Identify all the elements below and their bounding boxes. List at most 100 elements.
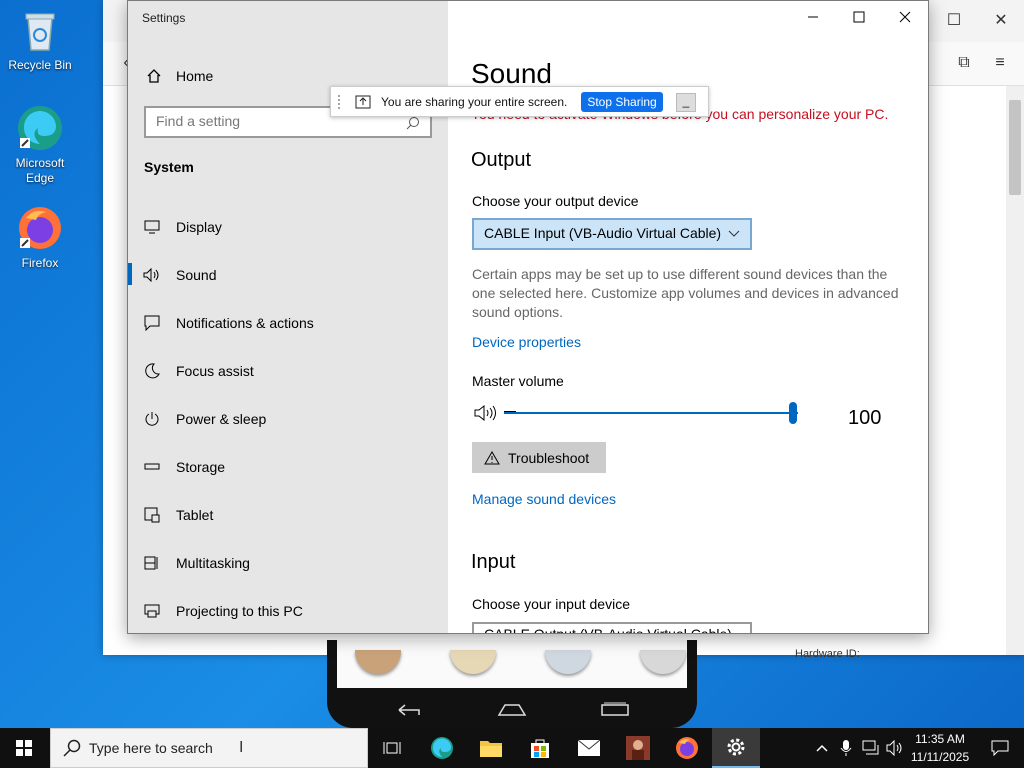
input-device-value: CABLE Output (VB-Audio Virtual Cable)	[484, 626, 732, 634]
android-recents-icon[interactable]	[600, 702, 630, 718]
app-icon[interactable]	[450, 650, 496, 674]
troubleshoot-label: Troubleshoot	[508, 449, 590, 466]
firefox-icon	[16, 204, 64, 252]
stop-sharing-button[interactable]: Stop Sharing	[581, 91, 663, 112]
phone-app-strip	[337, 640, 687, 688]
microphone-tray[interactable]	[834, 728, 858, 768]
window-title: Settings	[142, 11, 186, 25]
firefox-icon	[676, 737, 698, 759]
projecting-icon	[128, 603, 176, 619]
sound-icon	[128, 268, 176, 282]
taskbar-search-box[interactable]: Type here to search I	[50, 728, 368, 768]
app-icon[interactable]	[640, 650, 686, 674]
output-device-label: Choose your output device	[472, 193, 639, 209]
edge-icon	[431, 737, 453, 759]
volume-tray[interactable]	[884, 728, 906, 768]
chevron-up-icon	[816, 744, 828, 752]
clock-date: 11/11/2025	[910, 750, 970, 764]
power-icon	[128, 411, 176, 427]
input-device-dropdown[interactable]: CABLE Output (VB-Audio Virtual Cable)	[472, 622, 752, 634]
nav-item-focus-assist[interactable]: Focus assist	[128, 351, 448, 391]
desktop-icon-recycle-bin[interactable]: Recycle Bin	[0, 6, 80, 73]
desktop-icon-label: Recycle Bin	[8, 58, 72, 72]
desktop-icon-label: Firefox	[21, 256, 59, 270]
taskbar-firefox[interactable]	[663, 728, 711, 768]
extensions-icon[interactable]: ⧉	[951, 50, 977, 76]
windows-icon	[16, 740, 32, 756]
output-device-value: CABLE Input (VB-Audio Virtual Cable)	[484, 225, 722, 241]
scrollbar-thumb[interactable]	[1009, 100, 1021, 195]
folder-icon	[480, 741, 502, 757]
task-view-icon	[383, 742, 401, 754]
chevron-down-icon	[728, 230, 740, 237]
volume-icon	[886, 740, 902, 756]
volume-slider-track[interactable]	[504, 412, 798, 414]
manage-sound-devices-link[interactable]: Manage sound devices	[472, 491, 616, 507]
volume-value: 100	[848, 407, 882, 429]
nav-item-display[interactable]: Display	[128, 207, 448, 247]
taskbar-store[interactable]	[516, 728, 564, 768]
master-volume-label: Master volume	[472, 373, 564, 389]
maximize-icon[interactable]: ☐	[941, 8, 967, 34]
nav-label: Storage	[176, 459, 226, 475]
notifications-icon	[128, 315, 176, 331]
volume-slider-thumb[interactable]	[789, 402, 797, 424]
nav-label: Display	[176, 219, 222, 235]
network-icon	[862, 740, 879, 755]
android-back-icon[interactable]	[395, 702, 423, 718]
output-description: Certain apps may be set up to use differ…	[472, 266, 899, 320]
text-cursor-icon: I	[239, 739, 244, 756]
taskbar-mail[interactable]	[565, 728, 613, 768]
notification-icon	[991, 740, 1009, 756]
menu-icon[interactable]: ≡	[987, 50, 1013, 76]
android-home-icon[interactable]	[497, 702, 527, 718]
troubleshoot-button[interactable]: Troubleshoot	[472, 442, 606, 473]
nav-item-notifications[interactable]: Notifications & actions	[128, 303, 448, 343]
start-button[interactable]	[0, 728, 48, 768]
nav-item-power-sleep[interactable]: Power & sleep	[128, 399, 448, 439]
show-hidden-icons[interactable]	[810, 728, 834, 768]
output-device-dropdown[interactable]: CABLE Input (VB-Audio Virtual Cable)	[472, 218, 752, 250]
taskbar-edge[interactable]	[418, 728, 466, 768]
nav-label: Tablet	[176, 507, 214, 523]
action-center-button[interactable]	[976, 728, 1024, 768]
home-button[interactable]: Home	[146, 65, 213, 87]
desktop-icon-edge[interactable]: Microsoft Edge	[0, 104, 80, 186]
taskbar-file-explorer[interactable]	[467, 728, 515, 768]
taskbar-settings[interactable]	[712, 728, 760, 768]
drag-handle-icon[interactable]	[337, 94, 341, 110]
speaker-icon[interactable]	[474, 405, 498, 421]
taskbar-clock[interactable]: 11:35 AM 11/11/2025	[905, 730, 975, 766]
home-icon	[147, 69, 161, 83]
desktop-icon-label: Microsoft Edge	[15, 156, 65, 185]
network-tray[interactable]	[858, 728, 884, 768]
nav-item-tablet[interactable]: Tablet	[128, 495, 448, 535]
nav-label: Sound	[176, 267, 217, 283]
close-icon[interactable]: ✕	[988, 8, 1014, 34]
share-screen-icon	[355, 95, 371, 108]
warning-icon	[484, 450, 500, 464]
recycle-bin-icon	[16, 6, 64, 54]
nav-item-multitasking[interactable]: Multitasking	[128, 543, 448, 583]
nav-item-storage[interactable]: Storage	[128, 447, 448, 487]
task-view-button[interactable]	[368, 728, 416, 768]
nav-label: Multitasking	[176, 555, 250, 571]
nav-label: Power & sleep	[176, 411, 267, 427]
desktop-icon-firefox[interactable]: Firefox	[0, 204, 80, 271]
app-icon[interactable]	[355, 650, 401, 674]
minimize-sharing-bar-button[interactable]: _	[676, 93, 696, 112]
edge-icon	[16, 104, 64, 152]
gear-icon	[727, 738, 745, 756]
mail-icon	[577, 739, 601, 756]
device-properties-link[interactable]: Device properties	[472, 334, 581, 350]
multitasking-icon	[128, 555, 176, 571]
search-icon	[406, 117, 419, 130]
taskbar-app[interactable]	[614, 728, 662, 768]
nav-item-projecting[interactable]: Projecting to this PC	[128, 591, 448, 631]
search-icon	[63, 739, 81, 757]
nav-label: Projecting to this PC	[176, 603, 303, 619]
search-placeholder: Find a setting	[156, 113, 241, 129]
nav-item-sound[interactable]: Sound	[128, 255, 448, 295]
app-icon[interactable]	[545, 650, 591, 674]
display-icon	[128, 220, 176, 234]
